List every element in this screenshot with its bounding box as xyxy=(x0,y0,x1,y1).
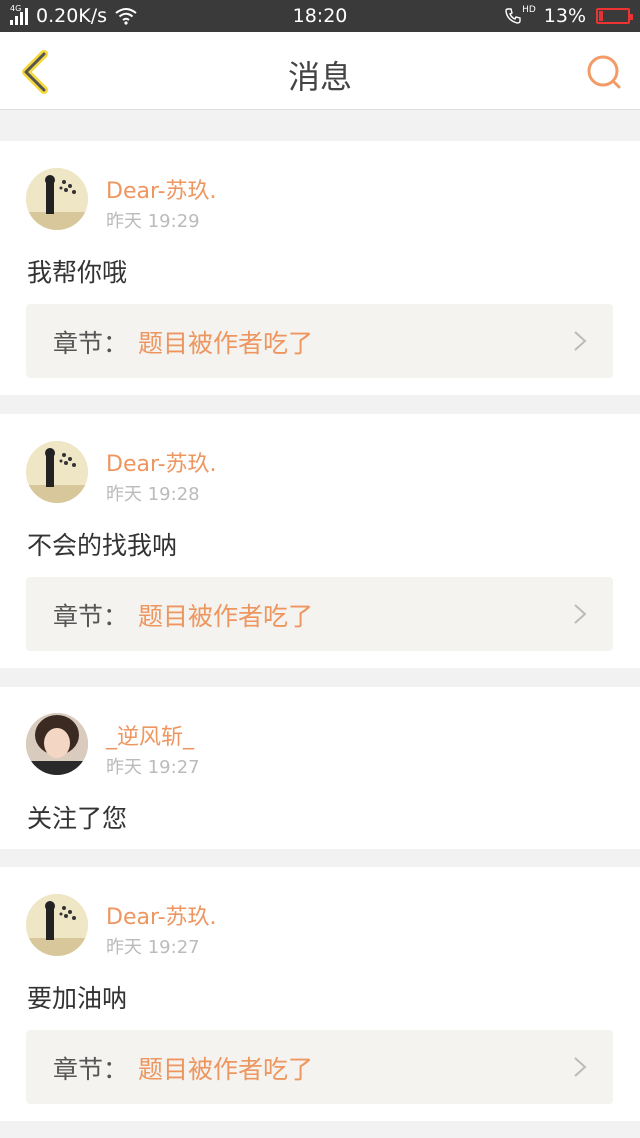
chapter-title: 题目被作者吃了 xyxy=(138,602,314,631)
chevron-right-icon xyxy=(574,1057,587,1077)
page-title: 消息 xyxy=(287,58,352,96)
avatar-image xyxy=(26,713,88,775)
message-card[interactable]: _逆风斩_ 昨天 19:27 关注了您 xyxy=(0,687,640,849)
message-text: 不会的找我呐 xyxy=(27,531,178,560)
message-text: 我帮你哦 xyxy=(27,258,128,287)
battery-percent: 13% xyxy=(543,5,586,27)
status-bar: 4G 0.20K/s 18:20 HD 13% xyxy=(0,0,640,32)
back-arrow-icon[interactable] xyxy=(18,50,52,94)
avatar[interactable] xyxy=(26,894,88,956)
battery-icon xyxy=(596,8,633,24)
chevron-right-icon xyxy=(574,604,587,624)
avatar[interactable] xyxy=(26,713,88,775)
chevron-right-icon xyxy=(574,331,587,351)
phone-hd-icon xyxy=(505,8,521,24)
message-text: 要加油呐 xyxy=(27,984,128,1013)
avatar[interactable] xyxy=(26,168,88,230)
chapter-label: 章节： xyxy=(53,1055,129,1084)
chapter-link[interactable]: 章节： 题目被作者吃了 xyxy=(26,577,613,651)
username[interactable]: Dear-苏玖. xyxy=(106,173,217,205)
message-card[interactable]: Dear-苏玖. 昨天 19:29 我帮你哦 章节： 题目被作者吃了 xyxy=(0,141,640,395)
message-time: 昨天 19:27 xyxy=(106,937,200,958)
message-card[interactable]: Dear-苏玖. 昨天 19:28 不会的找我呐 章节： 题目被作者吃了 xyxy=(0,414,640,668)
message-time: 昨天 19:27 xyxy=(106,757,200,778)
hd-label: HD xyxy=(522,5,536,15)
chapter-title: 题目被作者吃了 xyxy=(138,1055,314,1084)
message-time: 昨天 19:29 xyxy=(106,211,200,232)
avatar[interactable] xyxy=(26,441,88,503)
chapter-title: 题目被作者吃了 xyxy=(138,329,314,358)
chapter-label: 章节： xyxy=(53,602,129,631)
message-card[interactable]: Dear-苏玖. 昨天 19:27 要加油呐 章节： 题目被作者吃了 xyxy=(0,867,640,1121)
chapter-label: 章节： xyxy=(53,329,129,358)
username[interactable]: _逆风斩_ xyxy=(106,719,194,751)
chapter-link[interactable]: 章节： 题目被作者吃了 xyxy=(26,1030,613,1104)
avatar-image xyxy=(26,894,88,956)
search-icon[interactable] xyxy=(584,52,624,92)
chapter-link[interactable]: 章节： 题目被作者吃了 xyxy=(26,304,613,378)
battery-level xyxy=(599,11,603,21)
avatar-image xyxy=(26,441,88,503)
message-time: 昨天 19:28 xyxy=(106,484,200,505)
message-text: 关注了您 xyxy=(27,804,128,833)
username[interactable]: Dear-苏玖. xyxy=(106,446,217,478)
nav-bar: 消息 xyxy=(0,32,640,110)
avatar-image xyxy=(26,168,88,230)
username[interactable]: Dear-苏玖. xyxy=(106,899,217,931)
